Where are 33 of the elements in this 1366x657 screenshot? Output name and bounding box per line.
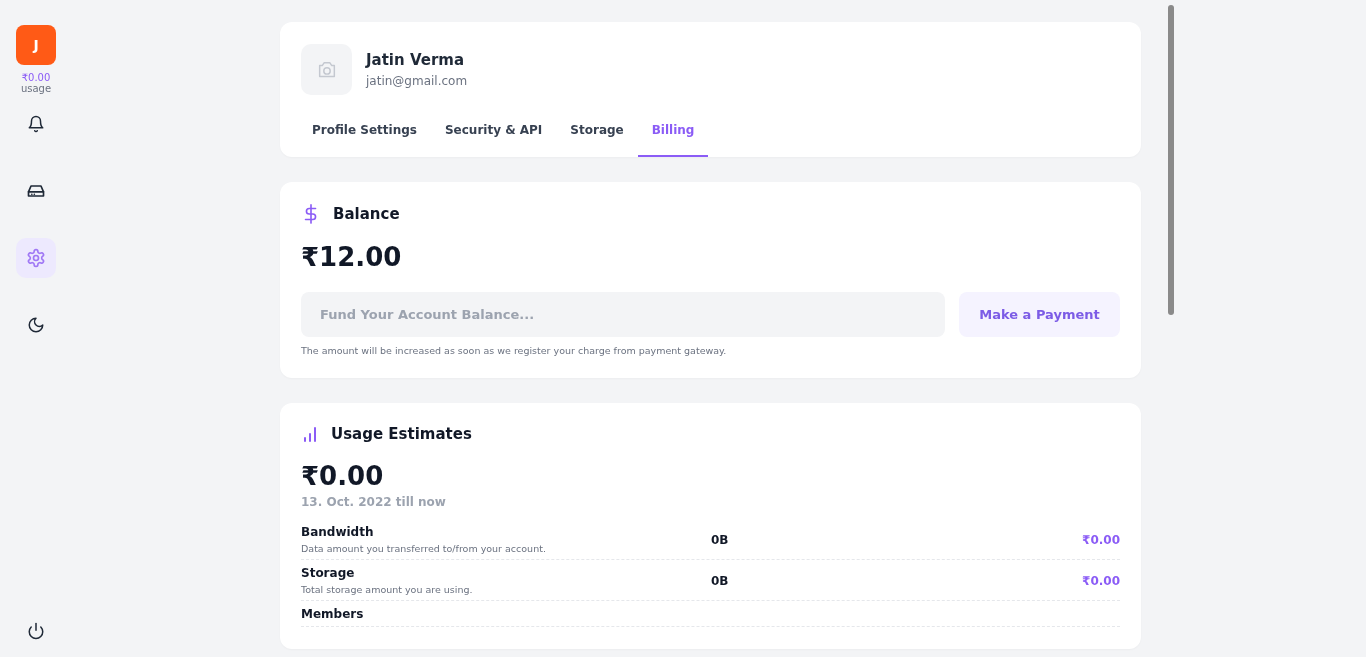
tab[interactable]: Billing: [637, 113, 709, 157]
balance-note: The amount will be increased as soon as we register your charge from payment gateway.: [301, 345, 728, 356]
usage-amount: ₹0.00: [21, 72, 51, 83]
usage-quantity: 0B: [711, 532, 729, 547]
moon-icon: [27, 316, 45, 334]
tab[interactable]: Profile Settings: [301, 113, 431, 157]
user-email: jatin@gmail.com: [366, 74, 468, 88]
usage-item-name: Bandwidth: [301, 525, 375, 539]
dollar-icon: [303, 204, 319, 224]
usage-cost: ₹0.00: [1082, 573, 1120, 588]
usage-item-name: Storage: [301, 566, 356, 580]
settings-button[interactable]: [16, 238, 56, 278]
settings-icon: [26, 248, 46, 268]
power-icon: [27, 622, 45, 640]
scrollbar-thumb[interactable]: [1168, 5, 1174, 315]
usage-cost: ₹0.00: [1082, 532, 1120, 547]
usage-amount: ₹0.00: [301, 461, 385, 491]
bar-chart-icon: [303, 426, 317, 442]
make-payment-button[interactable]: Make a Payment: [959, 292, 1120, 337]
bell-icon: [27, 115, 45, 133]
user-name: Jatin Verma: [366, 51, 466, 69]
usage-item-description: Total storage amount you are using.: [301, 584, 474, 595]
fund-amount-field[interactable]: Fund Your Account Balance...: [301, 292, 945, 337]
usage-item-name: Members: [301, 607, 365, 621]
usage-label: usage: [20, 83, 52, 94]
balance-amount: ₹12.00: [301, 242, 403, 272]
balance-title: Balance: [333, 205, 400, 223]
usage-item-description: Data amount you transferred to/from your account.: [301, 543, 547, 554]
tab[interactable]: Security & API: [430, 113, 557, 157]
usage-quantity: 0B: [711, 573, 729, 588]
tab[interactable]: Storage: [556, 113, 638, 157]
usage-period: 13. Oct. 2022 till now: [301, 495, 447, 509]
usage-title: Usage Estimates: [331, 425, 472, 443]
